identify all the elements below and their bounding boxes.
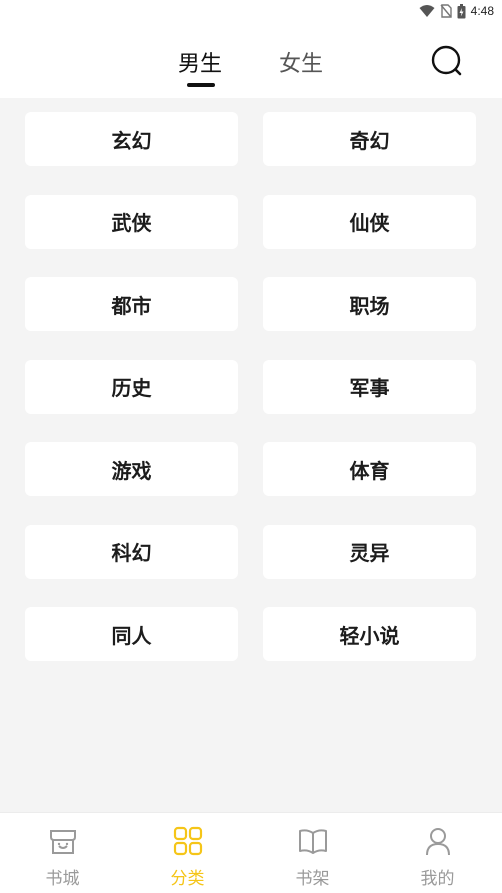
category-tiyu[interactable]: 体育 xyxy=(263,442,476,496)
nav-label: 书城 xyxy=(45,869,80,889)
category-youxi[interactable]: 游戏 xyxy=(25,442,238,496)
no-sim-icon xyxy=(440,4,452,18)
battery-charging-icon xyxy=(457,3,466,18)
category-lishi[interactable]: 历史 xyxy=(25,359,238,414)
nav-label: 书架 xyxy=(295,869,330,889)
category-wuxia[interactable]: 武侠 xyxy=(25,194,238,249)
category-junshi[interactable]: 军事 xyxy=(263,359,476,414)
category-qingxiaoshuo[interactable]: 轻小说 xyxy=(263,607,476,661)
nav-bookshelf[interactable]: 书架 xyxy=(250,813,375,893)
status-bar: 4:48 xyxy=(0,0,502,22)
category-kehuan[interactable]: 科幻 xyxy=(25,524,238,579)
category-lingyi[interactable]: 灵异 xyxy=(263,524,476,579)
status-icons: 4:48 xyxy=(419,2,494,20)
category-xianxia[interactable]: 仙侠 xyxy=(263,194,476,249)
category-xuanhuan[interactable]: 玄幻 xyxy=(25,112,238,166)
nav-bookstore[interactable]: 书城 xyxy=(0,813,125,893)
category-qihuan[interactable]: 奇幻 xyxy=(263,112,476,166)
store-icon xyxy=(50,830,76,854)
nav-category[interactable]: 分类 xyxy=(125,813,250,893)
search-icon xyxy=(431,45,462,76)
status-time: 4:48 xyxy=(470,4,494,18)
wifi-icon xyxy=(419,5,435,17)
tab-male[interactable]: 男生 xyxy=(178,46,222,78)
open-book-icon xyxy=(299,829,327,854)
category-dushi[interactable]: 都市 xyxy=(25,277,238,331)
nav-profile[interactable]: 我的 xyxy=(375,813,500,893)
category-tongren[interactable]: 同人 xyxy=(25,607,238,661)
bottom-nav: 书城 分类 书架 我的 xyxy=(0,812,502,893)
grid-icon xyxy=(173,826,203,856)
nav-label: 分类 xyxy=(170,869,205,889)
header: 男生 女生 xyxy=(0,22,502,98)
category-zhichang[interactable]: 职场 xyxy=(263,277,476,331)
nav-label: 我的 xyxy=(420,869,455,889)
tab-female[interactable]: 女生 xyxy=(279,46,323,78)
person-icon xyxy=(426,828,450,856)
search-button[interactable] xyxy=(430,44,464,78)
active-tab-indicator xyxy=(187,83,215,87)
